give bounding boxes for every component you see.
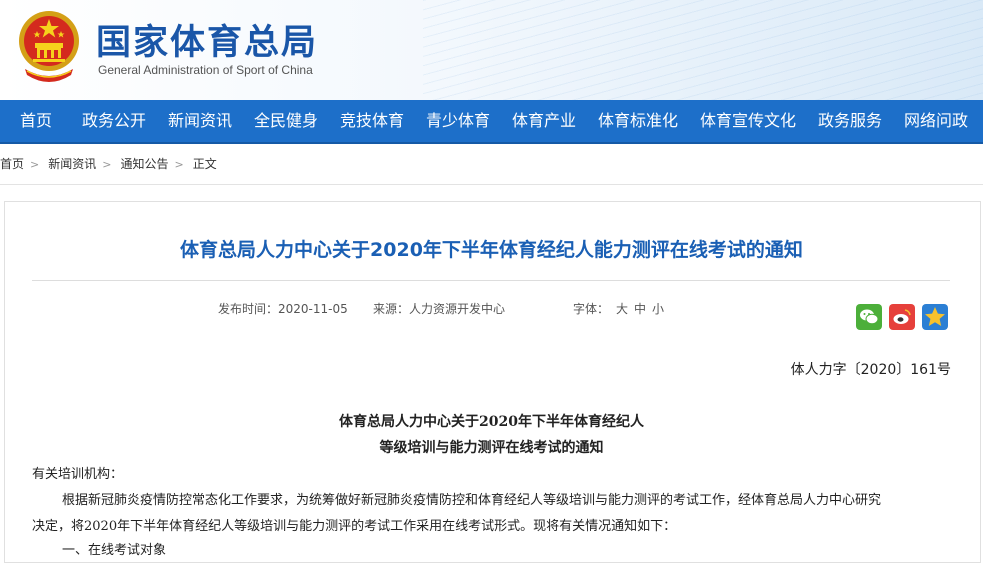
paragraph-line: 根据新冠肺炎疫情防控常态化工作要求，为统筹做好新冠肺炎疫情防控和体育经纪人等级培…	[62, 493, 882, 508]
chevron-right-icon: >	[174, 158, 184, 171]
main-nav: 首页 政务公开 新闻资讯 全民健身 竞技体育 青少体育 体育产业 体育标准化 体…	[0, 100, 983, 144]
wechat-icon[interactable]	[856, 304, 882, 330]
breadcrumb: 首页 > 新闻资讯 > 通知公告 > 正文	[0, 152, 217, 176]
nav-item-inquiry[interactable]: 网络问政	[904, 100, 968, 142]
chevron-right-icon: >	[30, 158, 40, 171]
site-subtitle: General Administration of Sport of China	[98, 63, 313, 77]
salutation: 有关培训机构：	[32, 467, 124, 482]
nav-item-services[interactable]: 政务服务	[818, 100, 882, 142]
font-size-large[interactable]: 大	[616, 300, 628, 317]
national-emblem-icon[interactable]	[17, 9, 81, 85]
header-decoration	[423, 0, 983, 100]
paragraph-line: 决定，将2020年下半年体育经纪人等级培训与能力测评的考试工作采用在线考试形式。…	[32, 519, 677, 534]
notice-heading-line-1: 体育总局人力中心关于2020年下半年体育经纪人	[339, 414, 644, 430]
breadcrumb-divider	[0, 184, 983, 185]
nav-item-home[interactable]: 首页	[20, 100, 52, 142]
nav-item-government-affairs[interactable]: 政务公开	[82, 100, 146, 142]
site-header: 国家体育总局 General Administration of Sport o…	[0, 0, 983, 100]
document-number: 体人力字〔2020〕161号	[790, 362, 951, 378]
section-heading: 一、在线考试对象	[62, 543, 167, 558]
title-divider	[32, 280, 950, 281]
font-size-small[interactable]: 小	[652, 300, 664, 317]
notice-heading-line-2: 等级培训与能力测评在线考试的通知	[379, 440, 604, 456]
breadcrumb-news[interactable]: 新闻资讯	[48, 152, 96, 176]
breadcrumb-home[interactable]: 首页	[0, 152, 24, 176]
article-title: 体育总局人力中心关于2020年下半年体育经纪人能力测评在线考试的通知	[180, 239, 803, 261]
nav-item-news[interactable]: 新闻资讯	[168, 100, 232, 142]
breadcrumb-current: 正文	[192, 157, 217, 171]
nav-item-sports-industry[interactable]: 体育产业	[512, 100, 576, 142]
nav-item-youth-sports[interactable]: 青少体育	[426, 100, 490, 142]
publish-time: 发布时间：2020-11-05	[218, 302, 348, 316]
article-source: 来源：人力资源开发中心	[373, 302, 506, 316]
nav-item-competitive-sports[interactable]: 竞技体育	[340, 100, 404, 142]
breadcrumb-notices[interactable]: 通知公告	[120, 152, 168, 176]
chevron-right-icon: >	[102, 158, 112, 171]
qzone-icon[interactable]	[922, 304, 948, 330]
nav-item-standardization[interactable]: 体育标准化	[598, 100, 678, 142]
nav-item-fitness[interactable]: 全民健身	[254, 100, 318, 142]
font-size-medium[interactable]: 中	[634, 300, 646, 317]
font-size-label: 字体：	[573, 302, 610, 316]
site-title[interactable]: 国家体育总局	[96, 14, 318, 65]
nav-item-culture[interactable]: 体育宣传文化	[700, 100, 796, 142]
weibo-icon[interactable]	[889, 304, 915, 330]
